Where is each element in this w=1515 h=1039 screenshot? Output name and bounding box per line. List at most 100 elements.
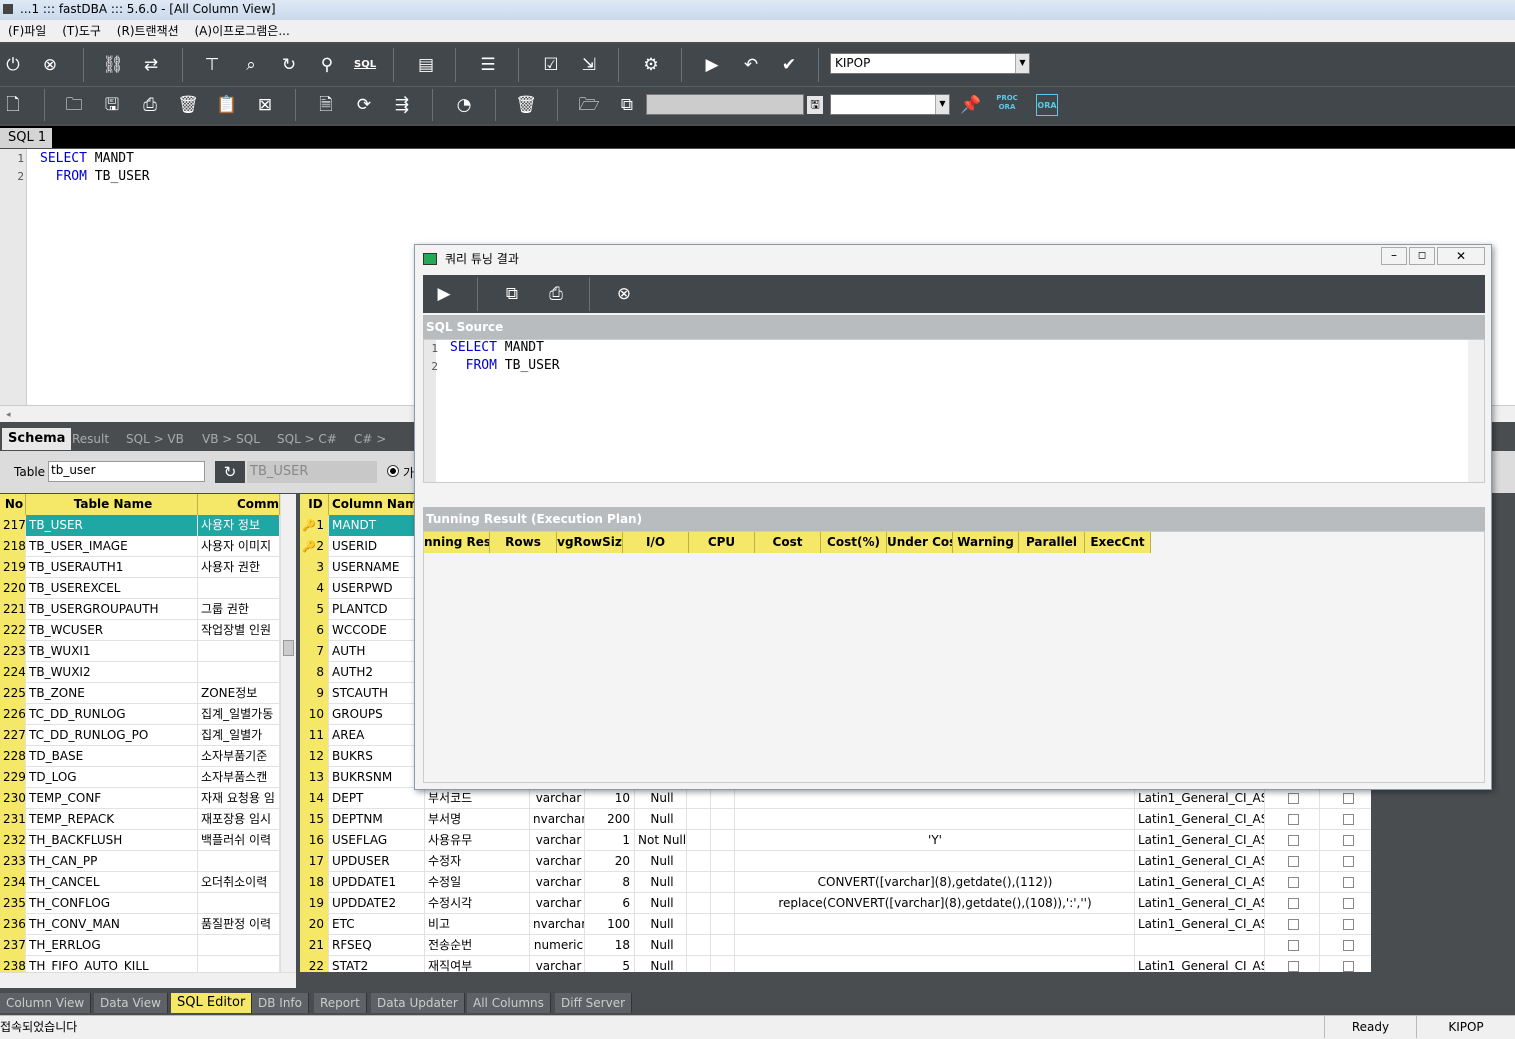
link-icon[interactable]: ⛓ [102, 54, 124, 76]
menu-tools[interactable]: (T)도구 [62, 24, 101, 38]
tab-csharp-to-sql[interactable]: C# > SQL [348, 428, 415, 468]
table-row[interactable]: 236 TH_CONV_MAN 품질판정 이력 [0, 914, 280, 935]
scroll-left-icon[interactable]: ◂ [0, 410, 11, 420]
gear-icon[interactable]: ⚙ [640, 54, 662, 76]
ora-icon[interactable]: ORA [1036, 94, 1058, 116]
table-row[interactable]: 14 DEPT 부서코드 varchar 10 Null Latin1_General_CI… [300, 788, 1371, 809]
print-icon[interactable]: ⎙ [545, 283, 567, 305]
checkbox[interactable] [1288, 793, 1299, 804]
check-list-icon[interactable]: ☑ [540, 54, 562, 76]
doc-refresh-icon[interactable]: ⟳ [353, 94, 375, 116]
tab-report[interactable]: Report [314, 993, 367, 1013]
minimize-icon[interactable]: – [1381, 247, 1407, 265]
checkbox[interactable] [1288, 940, 1299, 951]
plan-col-avg-row-size[interactable]: vgRowSiz [557, 532, 623, 553]
disconnect-icon[interactable]: ⊗ [39, 54, 61, 76]
table-row[interactable]: 21 RFSEQ 전송순번 numeric 18 Null [300, 935, 1371, 956]
refresh-search-icon[interactable]: ↻ [278, 54, 300, 76]
tab-db-info[interactable]: DB Info [252, 993, 309, 1013]
unlink-icon[interactable]: ⇄ [140, 54, 162, 76]
delete-icon[interactable]: 🗑 [177, 94, 199, 116]
tab-all-columns[interactable]: All Columns [467, 993, 551, 1013]
table-row[interactable]: 220 TB_USEREXCEL [0, 578, 280, 599]
checkbox[interactable] [1343, 919, 1354, 930]
refresh-icon[interactable]: ↻ [215, 461, 245, 483]
secondary-select[interactable]: ▼ [830, 94, 950, 115]
menu-about[interactable]: (A)이프로그램은... [195, 24, 290, 38]
tab-vb-to-sql[interactable]: VB > SQL [196, 428, 266, 450]
source-vertical-scrollbar[interactable] [1468, 340, 1484, 482]
tab-result[interactable]: Result [66, 428, 115, 450]
table-row[interactable]: 221 TB_USERGROUPAUTH 그룹 권한 [0, 599, 280, 620]
table-row[interactable]: 226 TC_DD_RUNLOG 집계_일별가동 [0, 704, 280, 725]
checkbox[interactable] [1343, 877, 1354, 888]
checkbox[interactable] [1343, 814, 1354, 825]
table-row[interactable]: 219 TB_USERAUTH1 사용자 권한 [0, 557, 280, 578]
hierarchy-icon[interactable]: ⊤ [201, 54, 223, 76]
tab-data-view[interactable]: Data View [94, 993, 168, 1013]
table-row[interactable]: 234 TH_CANCEL 오더취소이력 [0, 872, 280, 893]
table-row[interactable]: 225 TB_ZONE ZONE정보 [0, 683, 280, 704]
tree-search-icon[interactable]: ⚲ [316, 54, 338, 76]
save-icon[interactable]: 🖫 [101, 94, 123, 116]
trash-doc-icon[interactable]: 🗑 [515, 94, 537, 116]
plan-col-warning[interactable]: Warning [953, 532, 1019, 553]
plan-col-cpu[interactable]: CPU [689, 532, 755, 553]
rollback-icon[interactable]: ↶ [740, 54, 762, 76]
tab-sql-editor[interactable]: SQL Editor [171, 993, 253, 1013]
table-row[interactable]: 223 TB_WUXI1 [0, 641, 280, 662]
checkbox[interactable] [1288, 835, 1299, 846]
table-row[interactable]: 218 TB_USER_IMAGE 사용자 이미지 [0, 536, 280, 557]
tab-diff-server[interactable]: Diff Server [555, 993, 633, 1013]
col-header-table-name[interactable]: Table Name [26, 494, 198, 515]
table-row[interactable]: 15 DEPTNM 부서명 nvarchar 200 Null Latin1_General… [300, 809, 1371, 830]
plan-col-parallel[interactable]: Parallel [1019, 532, 1085, 553]
checkbox[interactable] [1288, 877, 1299, 888]
checkbox[interactable] [1288, 919, 1299, 930]
folder-doc-icon[interactable]: 🗁 [578, 94, 600, 116]
tab-data-updater[interactable]: Data Updater [371, 993, 465, 1013]
proc-ora-icon[interactable]: PROC ORA [996, 94, 1018, 116]
menu-transaction[interactable]: (R)트랜잭션 [117, 24, 179, 38]
sql-source-editor[interactable]: 1 2 SELECT MANDT FROM TB_USER [423, 339, 1485, 483]
table-row[interactable]: 229 TD_LOG 소자부품스캔 [0, 767, 280, 788]
table-row[interactable]: 228 TD_BASE 소자부품기준 [0, 746, 280, 767]
table-row[interactable]: 22 STAT2 재직여부 varchar 5 Null Latin1_General_CI… [300, 956, 1371, 972]
table-row[interactable]: 224 TB_WUXI2 [0, 662, 280, 683]
plan-col-rows[interactable]: Rows [490, 532, 557, 553]
tab-sql-to-csharp[interactable]: SQL > C# [271, 428, 343, 450]
table-row[interactable]: 233 TH_CAN_PP [0, 851, 280, 872]
clear-icon[interactable]: ⊠ [254, 94, 276, 116]
connection-select[interactable]: KIPOP ▼ [830, 53, 1030, 74]
path-field[interactable] [646, 94, 804, 115]
table-edit-icon[interactable]: ▤ [415, 54, 437, 76]
close-icon[interactable]: ✕ [1437, 247, 1485, 265]
checkbox[interactable] [1343, 793, 1354, 804]
table-row[interactable]: 235 TH_CONFLOG [0, 893, 280, 914]
col-header-comment[interactable]: Comm [198, 494, 280, 515]
checkbox[interactable] [1343, 856, 1354, 867]
table-row[interactable]: 19 UPDDATE2 수정시각 varchar 6 Null replace(CONVER… [300, 893, 1371, 914]
clipboard-icon[interactable]: 📋 [216, 94, 238, 116]
table-row[interactable]: 20 ETC 비고 nvarchar 100 Null Latin1_General_CI_… [300, 914, 1371, 935]
new-file-icon[interactable]: 🗋 [2, 94, 24, 116]
checkbox[interactable] [1288, 898, 1299, 909]
checkbox[interactable] [1288, 814, 1299, 825]
col-header-column-name[interactable]: Column Name [329, 494, 425, 515]
table-row[interactable]: 222 TB_WCUSER 작업장별 인원 [0, 620, 280, 641]
checkbox[interactable] [1288, 961, 1299, 972]
search-icon[interactable]: ⌕ [240, 54, 262, 76]
gauge-icon[interactable]: ◔ [453, 94, 475, 116]
plan-col-under-cost[interactable]: Under Cost [887, 532, 953, 553]
tab-column-view[interactable]: Column View [0, 993, 92, 1013]
close-circle-icon[interactable]: ⊗ [613, 283, 635, 305]
table-row[interactable]: 231 TEMP_REPACK 재포장용 임시 [0, 809, 280, 830]
menu-file[interactable]: (F)파일 [8, 24, 46, 38]
power-icon[interactable]: ⏻ [2, 54, 24, 76]
checkbox[interactable] [1343, 835, 1354, 846]
col-header-id[interactable]: ID [300, 494, 329, 515]
table-row[interactable]: 232 TH_BACKFLUSH 백플러쉬 이력 [0, 830, 280, 851]
sql-icon[interactable]: SQL [354, 54, 376, 76]
plan-col-cost[interactable]: Cost [755, 532, 821, 553]
copy-icon[interactable]: ⧉ [501, 283, 523, 305]
